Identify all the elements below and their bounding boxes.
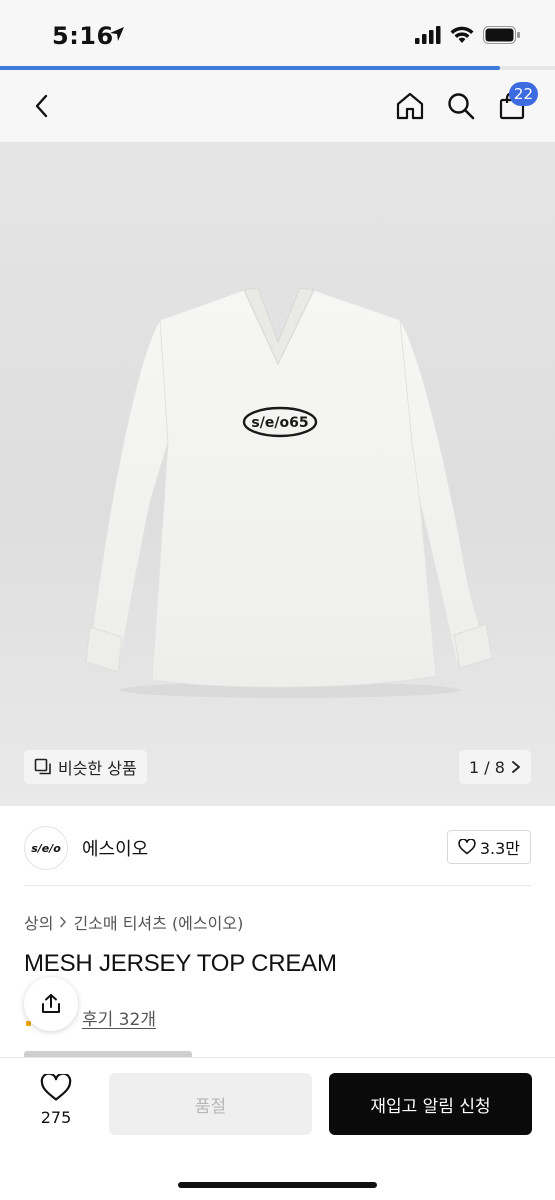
status-indicators [415, 26, 521, 48]
search-button[interactable] [441, 86, 481, 126]
product-image: s/e/o65 [85, 287, 493, 698]
copy-icon [34, 758, 51, 775]
share-icon [42, 994, 60, 1013]
brand-logo[interactable]: s/e/o [24, 826, 68, 870]
chevron-left-icon [35, 94, 48, 118]
wifi-icon [450, 26, 474, 48]
chevron-right-icon [60, 916, 67, 928]
brand-row: s/e/o 에스이오 3.3만 [0, 806, 555, 886]
share-button[interactable] [24, 977, 78, 1031]
signal-icon [415, 26, 441, 48]
page-indicator-text: 1 / 8 [469, 757, 505, 777]
breadcrumb-item-subcategory[interactable]: 긴소매 티셔츠 (에스이오) [73, 910, 243, 934]
back-button[interactable] [22, 86, 62, 126]
status-bar: 5:16 [0, 0, 555, 66]
brand-like-count: 3.3만 [479, 839, 520, 858]
similar-products-button[interactable]: 비슷한 상품 [24, 750, 147, 784]
product-title: MESH JERSEY TOP CREAM [24, 950, 337, 977]
top-nav-bar: 22 [0, 70, 555, 142]
location-arrow-icon [108, 25, 126, 47]
heart-icon [458, 839, 476, 855]
wishlist-button[interactable]: 275 [28, 1072, 84, 1127]
image-page-indicator[interactable]: 1 / 8 [459, 750, 531, 784]
status-time: 5:16 [52, 22, 114, 50]
soldout-button: 품절 [109, 1073, 312, 1135]
restock-alert-button[interactable]: 재입고 알림 신청 [329, 1073, 532, 1135]
similar-products-label: 비슷한 상품 [58, 759, 137, 778]
battery-icon [483, 26, 521, 48]
product-image-carousel[interactable]: s/e/o65 비슷한 상품 1 / 8 [0, 142, 555, 806]
svg-text:s/e/o65: s/e/o65 [251, 415, 308, 431]
brand-like-button[interactable]: 3.3만 [446, 830, 531, 864]
review-link[interactable]: 후기 32개 [82, 1005, 156, 1030]
search-icon [448, 93, 475, 120]
home-button[interactable] [390, 86, 430, 126]
heart-icon [40, 1072, 72, 1101]
cart-button[interactable]: 22 [492, 82, 538, 126]
brand-logo-text: s/e/o [31, 841, 61, 855]
wishlist-count: 275 [40, 1108, 72, 1127]
home-indicator [178, 1182, 377, 1188]
breadcrumb-item-category[interactable]: 상의 [24, 910, 53, 934]
chevron-right-icon [512, 761, 520, 773]
cart-count-badge: 22 [508, 82, 538, 106]
divider [24, 885, 531, 886]
breadcrumb: 상의 긴소매 티셔츠 (에스이오) [24, 910, 243, 934]
home-icon [396, 92, 424, 120]
bottom-action-bar: 275 품절 재입고 알림 신청 [0, 1057, 555, 1200]
brand-name[interactable]: 에스이오 [82, 835, 148, 861]
